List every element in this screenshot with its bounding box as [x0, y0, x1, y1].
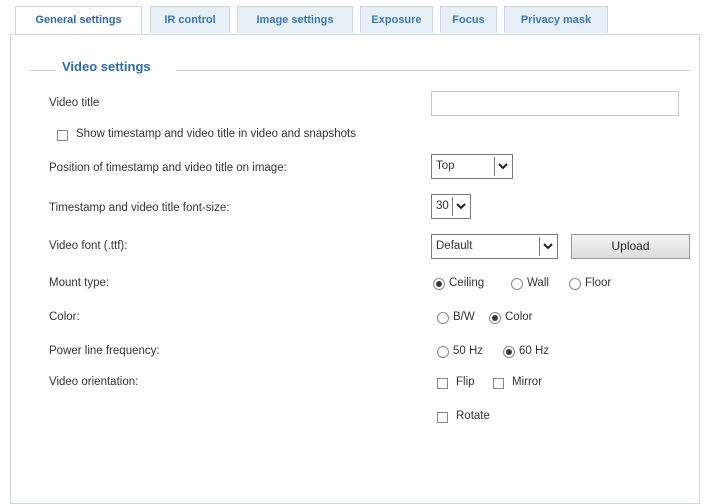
color-bw-radio[interactable] — [437, 312, 449, 324]
show-timestamp-checkbox[interactable] — [57, 130, 68, 141]
timestamp-position-select[interactable]: Top — [431, 154, 513, 179]
power-50hz-radio[interactable] — [437, 346, 449, 358]
power-line-label: Power line frequency: — [49, 345, 160, 357]
mount-type-label: Mount type: — [49, 277, 110, 289]
timestamp-position-label: Position of timestamp and video title on… — [49, 162, 287, 174]
show-timestamp-label: Show timestamp and video title in video … — [76, 128, 356, 140]
video-title-label: Video title — [49, 97, 100, 109]
chevron-down-icon — [452, 197, 469, 216]
mount-ceiling-label: Ceiling — [449, 277, 485, 289]
flip-checkbox[interactable] — [437, 378, 448, 389]
rotate-label: Rotate — [456, 410, 490, 422]
tab-ir-control[interactable]: IR control — [150, 6, 230, 33]
chevron-down-icon — [494, 157, 511, 176]
color-bw-label: B/W — [453, 311, 475, 323]
section-divider-right — [176, 70, 690, 71]
section-title: Video settings — [60, 59, 153, 74]
mount-floor-label: Floor — [585, 277, 612, 289]
color-color-label: Color — [505, 311, 533, 323]
video-font-value: Default — [436, 240, 473, 252]
tab-image-settings[interactable]: Image settings — [237, 6, 353, 33]
tab-focus[interactable]: Focus — [440, 6, 497, 33]
font-size-select[interactable]: 30 — [431, 194, 471, 219]
mount-ceiling-radio[interactable] — [433, 278, 445, 290]
font-size-value: 30 — [436, 200, 449, 212]
mount-wall-radio[interactable] — [511, 278, 523, 290]
flip-label: Flip — [456, 376, 475, 388]
tab-privacy-mask[interactable]: Privacy mask — [504, 6, 608, 33]
power-50hz-label: 50 Hz — [453, 345, 484, 357]
video-font-label: Video font (.ttf): — [49, 240, 128, 252]
tab-general-settings[interactable]: General settings — [15, 6, 142, 35]
upload-button[interactable]: Upload — [571, 234, 690, 259]
tab-exposure[interactable]: Exposure — [360, 6, 433, 33]
mount-wall-label: Wall — [527, 277, 549, 289]
timestamp-position-value: Top — [436, 160, 455, 172]
section-divider-left — [30, 70, 56, 71]
font-size-label: Timestamp and video title font-size: — [49, 202, 230, 214]
video-orientation-label: Video orientation: — [49, 376, 139, 388]
color-color-radio[interactable] — [489, 312, 501, 324]
rotate-checkbox[interactable] — [437, 412, 448, 423]
mirror-checkbox[interactable] — [493, 378, 504, 389]
power-60hz-radio[interactable] — [503, 346, 515, 358]
video-font-select[interactable]: Default — [431, 234, 558, 259]
mirror-label: Mirror — [512, 376, 543, 388]
chevron-down-icon — [539, 237, 556, 256]
video-title-input[interactable] — [431, 91, 679, 116]
power-60hz-label: 60 Hz — [519, 345, 550, 357]
color-label: Color: — [49, 311, 80, 323]
mount-floor-radio[interactable] — [569, 278, 581, 290]
